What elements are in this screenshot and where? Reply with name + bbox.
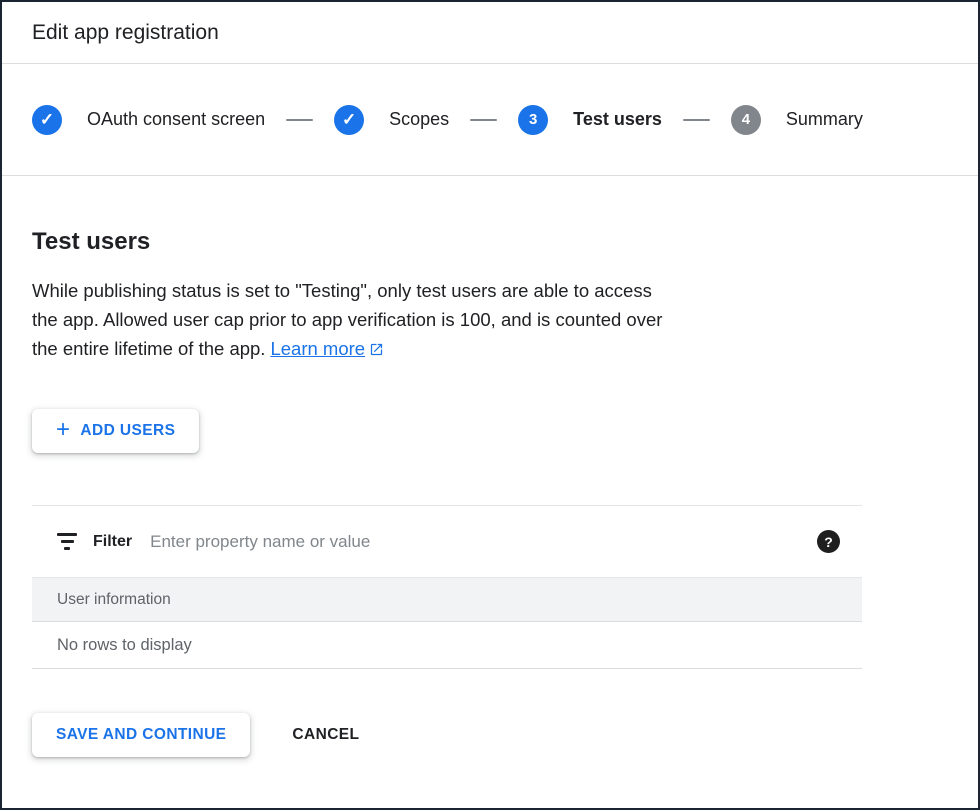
help-glyph: ? — [824, 534, 833, 550]
test-users-table: Filter ? User information No rows to dis… — [32, 505, 862, 669]
cancel-button[interactable]: CANCEL — [292, 726, 359, 744]
step-label: OAuth consent screen — [87, 109, 265, 130]
check-icon: ✓ — [342, 111, 356, 128]
edit-app-registration-page: Edit app registration ✓ OAuth consent sc… — [0, 0, 980, 810]
description-line: While publishing status is set to "Testi… — [32, 280, 652, 301]
footer-actions: SAVE AND CONTINUE CANCEL — [32, 713, 948, 757]
step-label: Scopes — [389, 109, 449, 130]
add-users-label: ADD USERS — [80, 422, 175, 440]
main-content: Test users While publishing status is se… — [2, 228, 978, 757]
description-line: the entire lifetime of the app. — [32, 338, 265, 359]
step-number: 3 — [529, 112, 537, 127]
step-complete-icon: ✓ — [334, 105, 364, 135]
step-label: Test users — [573, 109, 662, 130]
step-separator — [470, 119, 497, 121]
plus-icon: + — [56, 418, 70, 442]
help-icon[interactable]: ? — [817, 530, 840, 553]
check-icon: ✓ — [40, 111, 54, 128]
step-separator — [286, 119, 313, 121]
empty-message: No rows to display — [57, 636, 192, 655]
step-number-badge: 3 — [518, 105, 548, 135]
filter-input[interactable] — [150, 532, 817, 552]
step-test-users[interactable]: 3 Test users — [518, 105, 662, 135]
add-users-button[interactable]: + ADD USERS — [32, 409, 199, 453]
section-heading: Test users — [32, 228, 948, 256]
column-header-user-information: User information — [57, 591, 171, 609]
save-and-continue-button[interactable]: SAVE AND CONTINUE — [32, 713, 250, 757]
wizard-stepper: ✓ OAuth consent screen ✓ Scopes 3 Test u… — [2, 64, 978, 176]
page-header: Edit app registration — [2, 2, 978, 64]
learn-more-link[interactable]: Learn more — [270, 338, 384, 359]
step-summary[interactable]: 4 Summary — [731, 105, 863, 135]
filter-label: Filter — [93, 533, 132, 551]
filter-bar: Filter ? — [32, 506, 862, 577]
step-number-badge: 4 — [731, 105, 761, 135]
page-title: Edit app registration — [32, 21, 219, 45]
learn-more-label: Learn more — [270, 338, 365, 359]
step-scopes[interactable]: ✓ Scopes — [334, 105, 449, 135]
table-header-row: User information — [32, 577, 862, 622]
table-empty-row: No rows to display — [32, 622, 862, 669]
description-line: the app. Allowed user cap prior to app v… — [32, 309, 662, 330]
step-number: 4 — [742, 112, 750, 127]
filter-icon[interactable] — [57, 533, 77, 550]
step-separator — [683, 119, 710, 121]
step-complete-icon: ✓ — [32, 105, 62, 135]
step-label: Summary — [786, 109, 863, 130]
cancel-label: CANCEL — [292, 726, 359, 743]
external-link-icon — [369, 342, 384, 357]
step-oauth-consent-screen[interactable]: ✓ OAuth consent screen — [32, 105, 265, 135]
save-and-continue-label: SAVE AND CONTINUE — [56, 726, 226, 744]
description-text: While publishing status is set to "Testi… — [32, 276, 948, 363]
